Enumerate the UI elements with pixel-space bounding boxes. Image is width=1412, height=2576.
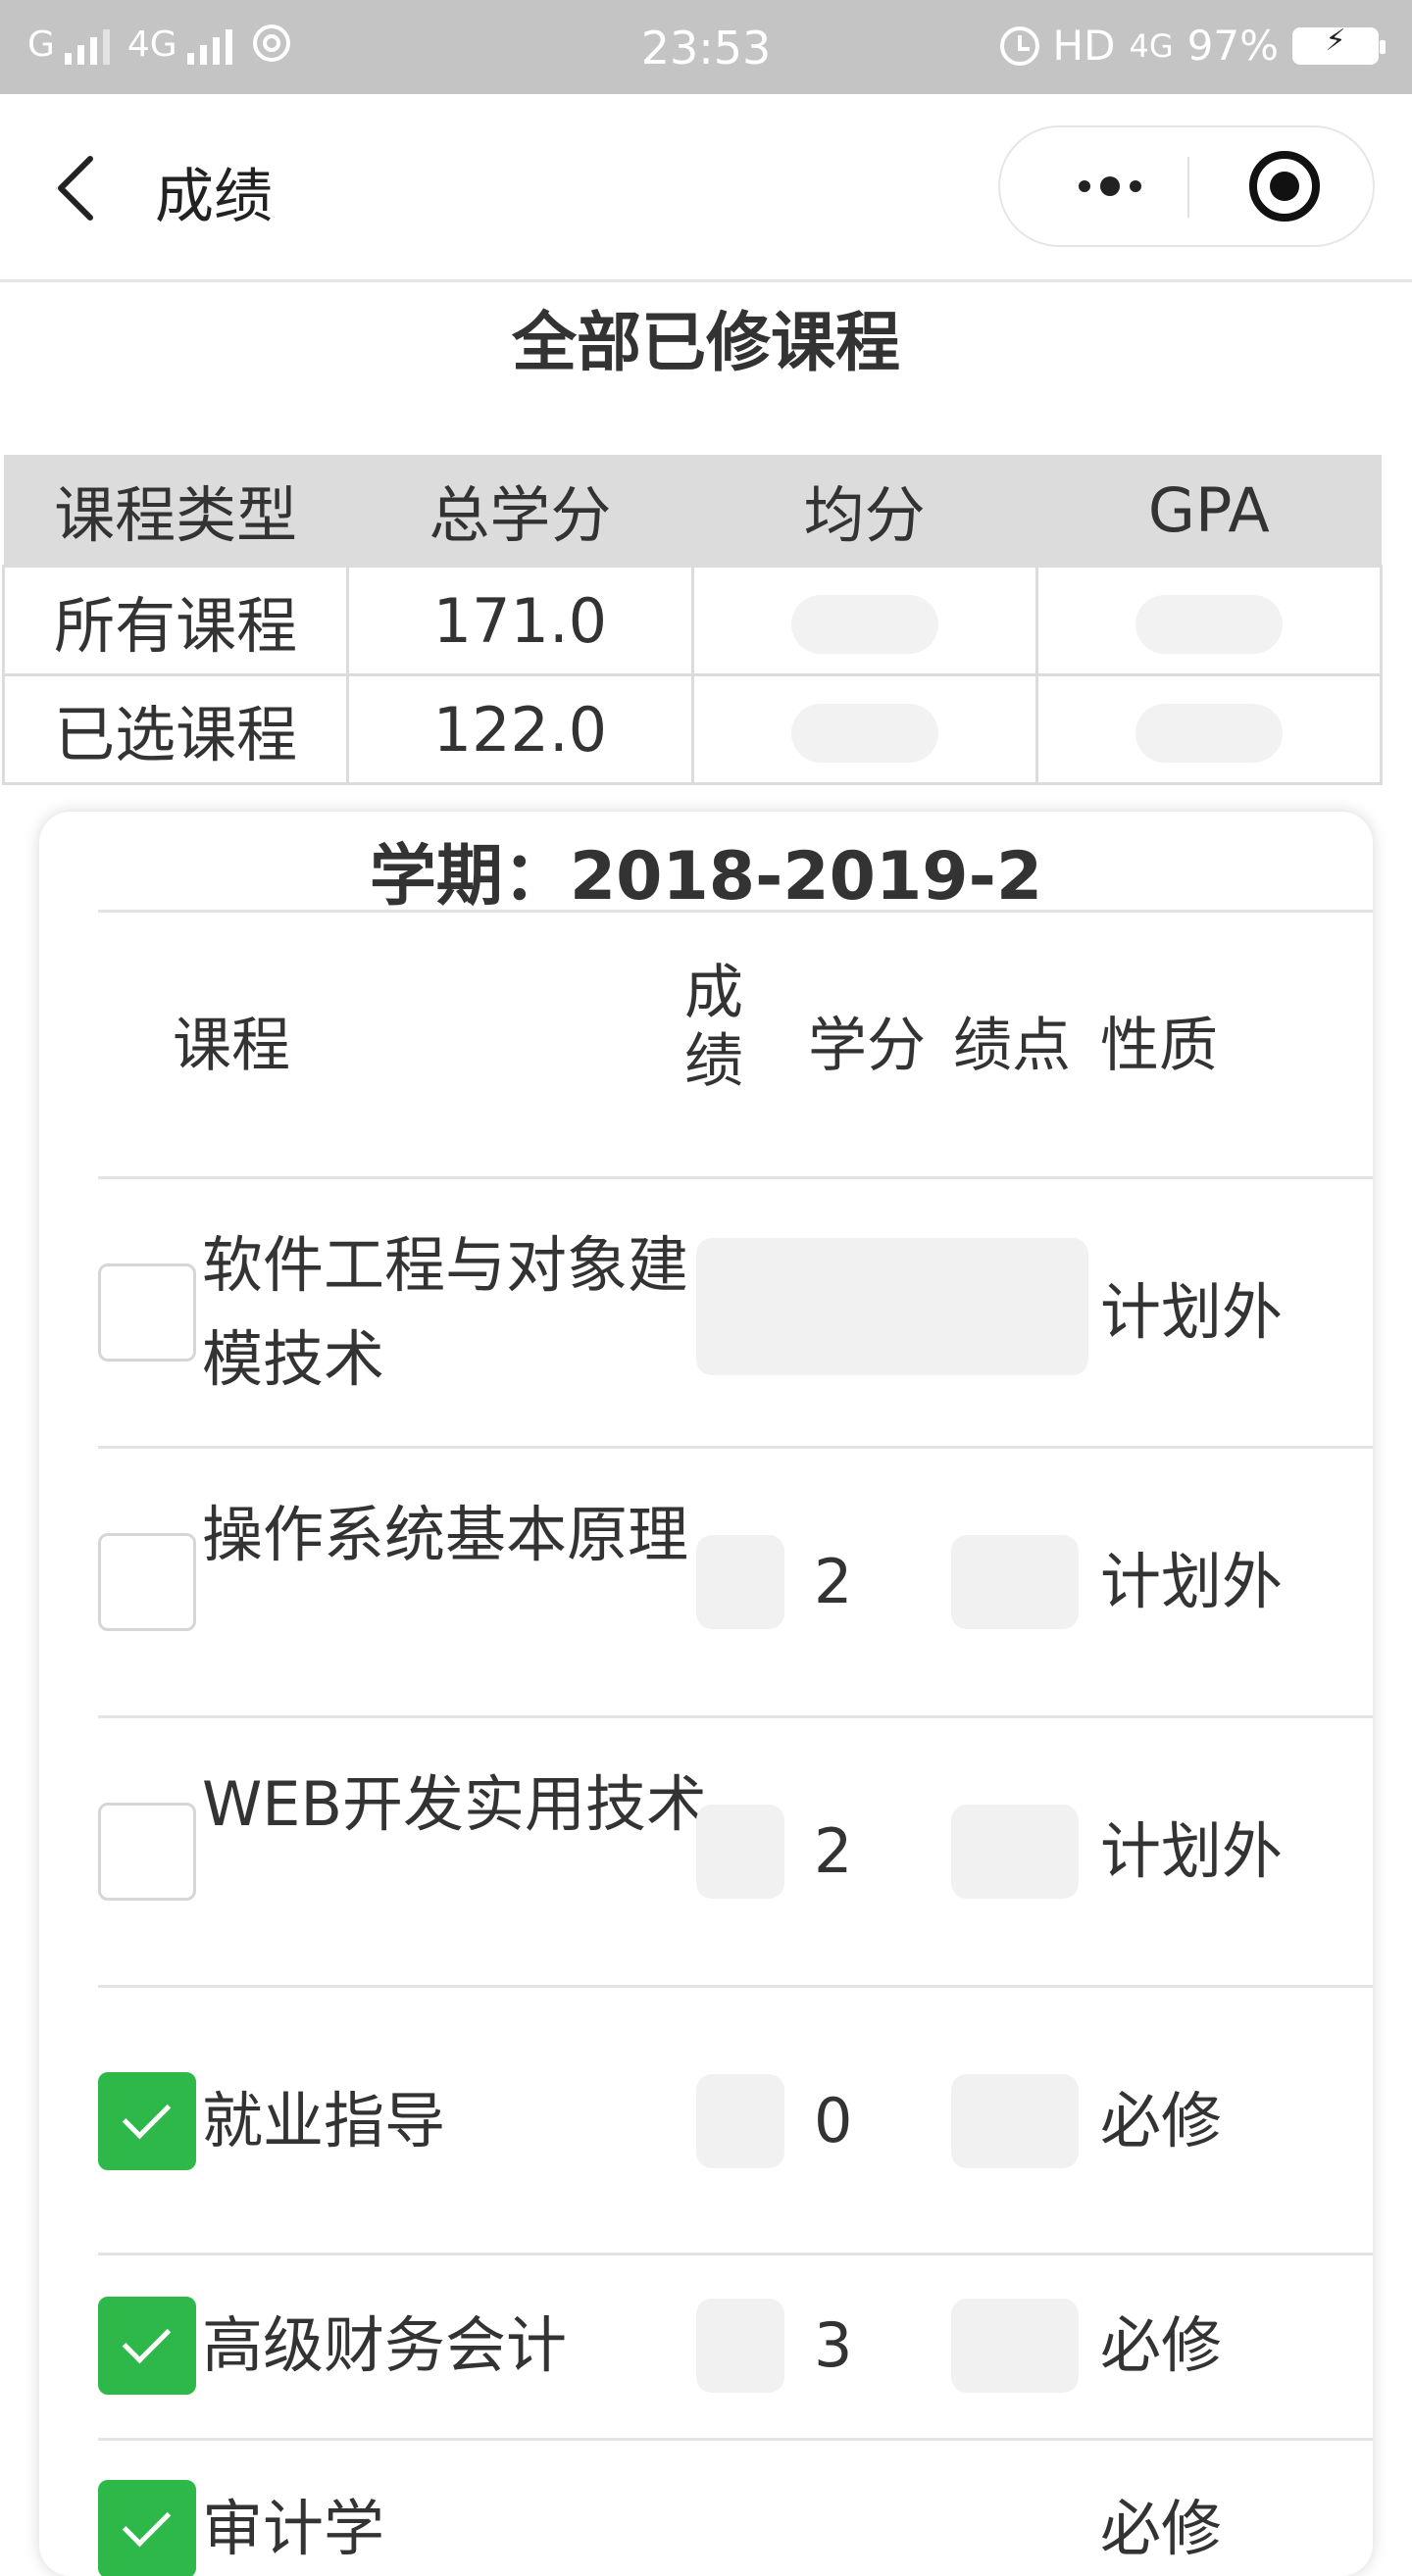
summary-header-avg: 均分: [692, 455, 1037, 567]
redacted-score: [696, 1535, 784, 1629]
summary-header-credits: 总学分: [347, 455, 692, 567]
course-row[interactable]: 审计学 必修: [39, 2441, 1373, 2576]
summary-cell-type: 已选课程: [1, 673, 350, 785]
capsule-divider: [1187, 157, 1189, 218]
summary-cell-credits: 122.0: [346, 673, 694, 785]
summary-header-type: 课程类型: [3, 455, 348, 567]
course-checkbox[interactable]: [98, 1803, 196, 1901]
course-name: 软件工程与对象建模技术: [202, 1229, 689, 1395]
redacted-score: [696, 2074, 784, 2168]
page-title: 全部已修课程: [512, 305, 900, 380]
course-checkbox-checked[interactable]: [98, 2480, 196, 2576]
redacted-value: [790, 595, 938, 655]
course-credit: 3: [814, 2309, 853, 2381]
course-row[interactable]: 就业指导 0 必修: [39, 1988, 1373, 2253]
redacted-gpa: [951, 1535, 1079, 1629]
course-nature: 必修: [1100, 2085, 1223, 2156]
course-name: 就业指导: [202, 2085, 446, 2156]
redacted-values: [696, 1238, 1088, 1375]
course-name: 审计学: [202, 2493, 385, 2564]
course-credit: 2: [814, 1546, 853, 1617]
back-icon[interactable]: [49, 153, 108, 223]
redacted-score: [696, 1805, 784, 1899]
summary-cell-avg: [690, 565, 1038, 676]
hd-label: HD: [1052, 22, 1116, 70]
course-row[interactable]: 软件工程与对象建模技术 计划外: [39, 1179, 1373, 1446]
course-nature: 计划外: [1100, 1815, 1284, 1887]
course-nature: 必修: [1100, 2309, 1223, 2381]
divider: [98, 910, 1373, 913]
redacted-value: [1135, 595, 1283, 655]
col-header-credit: 学分: [808, 1012, 926, 1080]
course-credit: 0: [814, 2085, 853, 2156]
summary-cell-type: 所有课程: [1, 565, 350, 676]
page-nav-title: 成绩: [155, 163, 273, 231]
course-checkbox-checked[interactable]: [98, 2297, 196, 2395]
nav-bar: 成绩: [0, 94, 1412, 282]
summary-row: 所有课程 171.0: [1, 565, 1384, 676]
course-credit: 2: [814, 1815, 853, 1887]
redacted-gpa: [951, 2299, 1079, 2393]
target-close-icon[interactable]: [1249, 151, 1320, 222]
mini-program-capsule: [998, 125, 1375, 247]
battery-icon: ⚡: [1292, 24, 1386, 65]
col-header-gpa: 绩点: [953, 1012, 1071, 1080]
course-name: WEB开发实用技术: [202, 1768, 708, 1840]
col-header-course: 课程: [173, 1012, 290, 1080]
semester-title: 学期：2018-2019-2: [369, 838, 1043, 916]
course-checkbox[interactable]: [98, 1263, 196, 1362]
course-checkbox-checked[interactable]: [98, 2072, 196, 2170]
summary-header-row: 课程类型 总学分 均分 GPA: [3, 455, 1382, 567]
course-name: 操作系统基本原理: [202, 1499, 689, 1570]
redacted-gpa: [951, 1805, 1079, 1899]
summary-cell-gpa: [1034, 673, 1384, 785]
course-nature: 必修: [1100, 2493, 1223, 2564]
more-dots-icon[interactable]: [1055, 127, 1165, 245]
course-row[interactable]: WEB开发实用技术 2 计划外: [39, 1718, 1373, 1985]
network-label: 4G: [1129, 26, 1174, 65]
summary-cell-gpa: [1034, 565, 1384, 676]
summary-row: 已选课程 122.0: [1, 673, 1384, 785]
course-checkbox[interactable]: [98, 1533, 196, 1631]
course-row[interactable]: 高级财务会计 3 必修: [39, 2255, 1373, 2438]
alarm-icon: [999, 25, 1039, 66]
summary-header-gpa: GPA: [1036, 455, 1382, 567]
status-bar: G 4G 23:53 HD 4G 97% ⚡: [0, 0, 1412, 94]
redacted-gpa: [951, 2074, 1079, 2168]
course-name: 高级财务会计: [202, 2309, 568, 2381]
battery-percent: 97%: [1186, 22, 1279, 70]
redacted-value: [1135, 704, 1283, 764]
col-header-nature: 性质: [1100, 1012, 1218, 1080]
col-header-score: 成绩: [684, 959, 743, 1096]
summary-cell-credits: 171.0: [346, 565, 694, 676]
redacted-value: [790, 704, 938, 764]
course-nature: 计划外: [1100, 1546, 1284, 1617]
summary-cell-avg: [690, 673, 1038, 785]
semester-card: 学期：2018-2019-2 课程 成绩 学分 绩点 性质 软件工程与对象建模技…: [39, 812, 1373, 2576]
summary-table: 课程类型 总学分 均分 GPA 所有课程 171.0 已选课程 122.0: [1, 455, 1384, 785]
course-row[interactable]: 操作系统基本原理 2 计划外: [39, 1449, 1373, 1715]
course-nature: 计划外: [1100, 1276, 1284, 1348]
redacted-score: [696, 2299, 784, 2393]
